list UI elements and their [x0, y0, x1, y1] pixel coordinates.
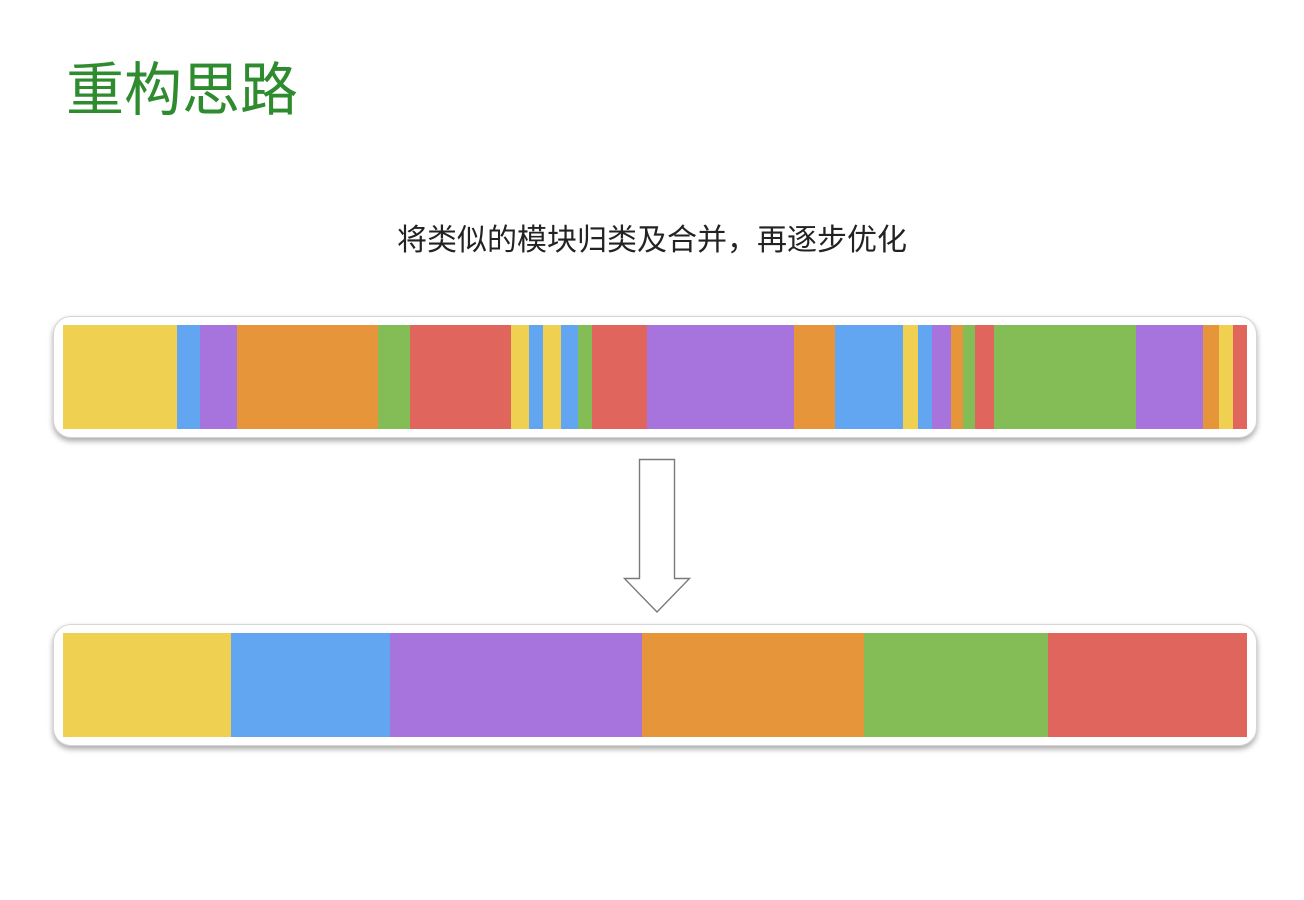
- before-segment-purple: [647, 325, 795, 429]
- before-segment-orange: [794, 325, 835, 429]
- before-segment-blue: [918, 325, 933, 429]
- before-segment-green: [578, 325, 593, 429]
- before-module-bar-segments: [63, 325, 1247, 429]
- before-segment-orange: [1202, 325, 1219, 429]
- before-segment-red: [410, 325, 511, 429]
- before-segment-green: [377, 325, 411, 429]
- before-segment-green: [962, 325, 975, 429]
- after-segment-yellow: [63, 633, 231, 737]
- before-segment-purple: [1135, 325, 1203, 429]
- after-segment-orange: [641, 633, 864, 737]
- before-segment-blue: [561, 325, 579, 429]
- before-segment-green: [993, 325, 1136, 429]
- before-segment-blue: [528, 325, 543, 429]
- subtitle: 将类似的模块归类及合并，再逐步优化: [397, 223, 907, 258]
- before-segment-yellow: [903, 325, 919, 429]
- before-segment-orange: [236, 325, 378, 429]
- after-segment-red: [1047, 633, 1247, 737]
- before-segment-purple: [932, 325, 951, 429]
- before-segment-blue: [176, 325, 201, 429]
- before-segment-yellow: [63, 325, 177, 429]
- before-segment-red: [592, 325, 648, 429]
- after-segment-blue: [231, 633, 390, 737]
- before-segment-red: [1233, 325, 1247, 429]
- after-module-bar: [53, 624, 1257, 746]
- before-module-bar: [53, 316, 1257, 438]
- before-segment-orange: [950, 325, 963, 429]
- after-segment-purple: [390, 633, 642, 737]
- before-segment-red: [974, 325, 994, 429]
- down-arrow-icon: [622, 458, 692, 614]
- before-segment-purple: [200, 325, 237, 429]
- after-module-bar-segments: [63, 633, 1247, 737]
- before-segment-yellow: [510, 325, 529, 429]
- before-segment-yellow: [1218, 325, 1234, 429]
- page-title: 重构思路: [66, 56, 299, 124]
- after-segment-green: [863, 633, 1048, 737]
- before-segment-blue: [835, 325, 904, 429]
- before-segment-yellow: [542, 325, 562, 429]
